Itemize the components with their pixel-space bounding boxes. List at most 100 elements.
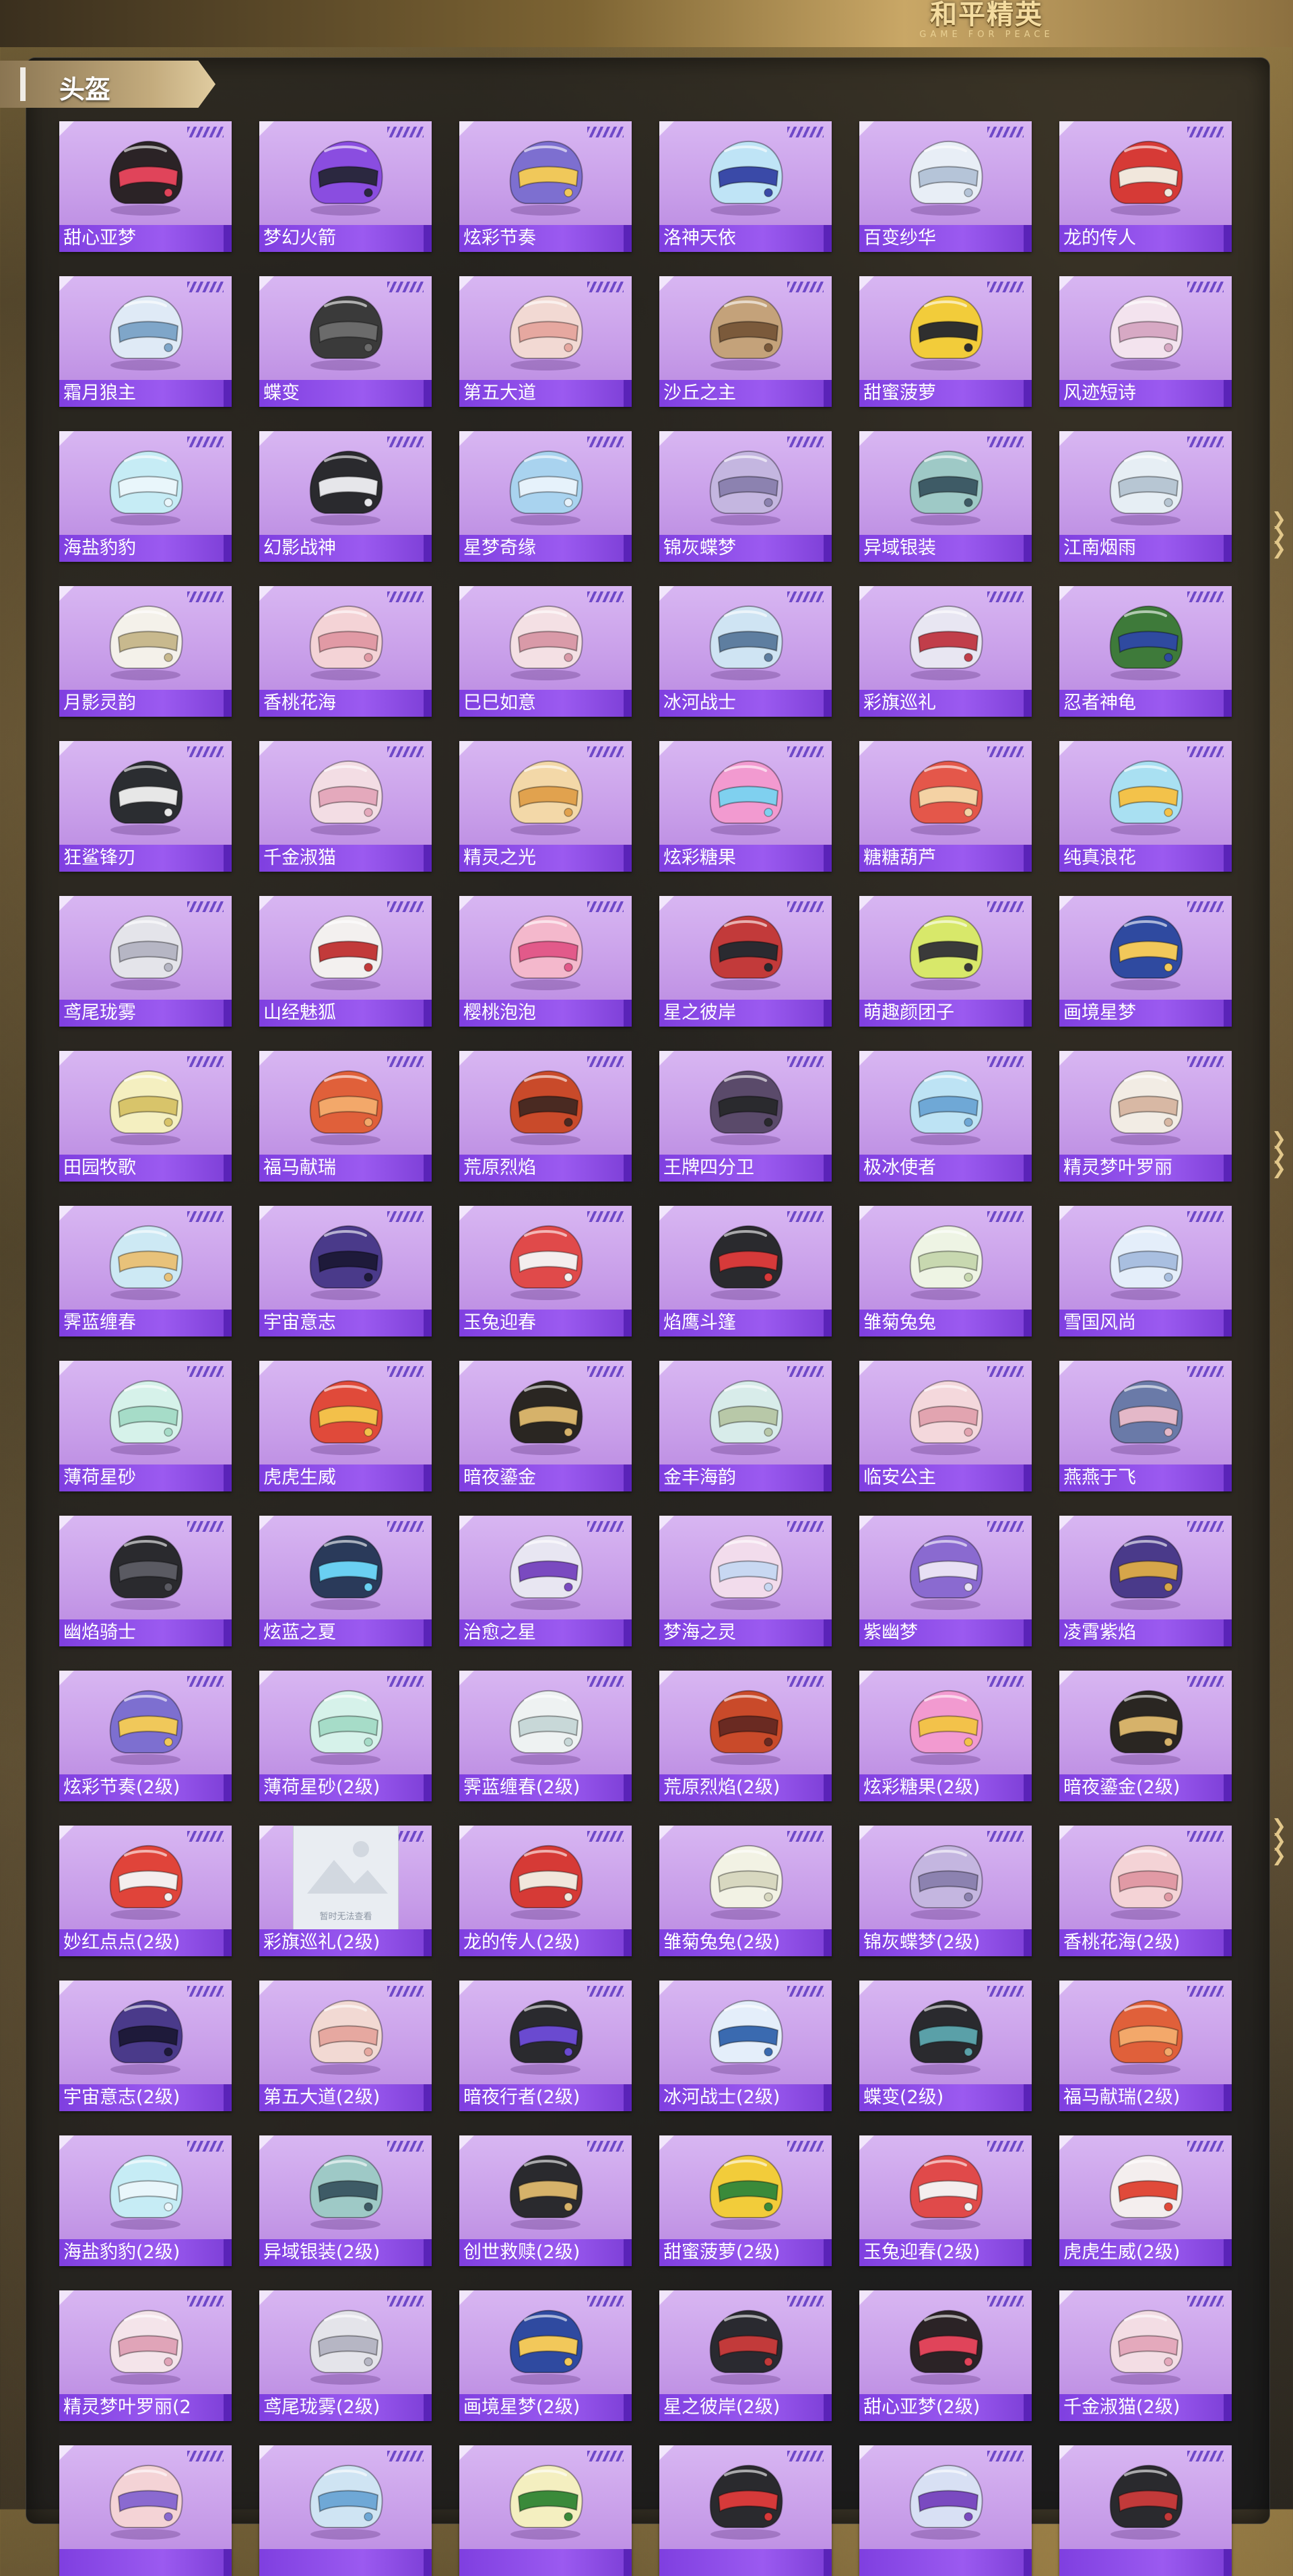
helmet-card[interactable]: 异域银装 xyxy=(859,431,1032,562)
helmet-card[interactable]: 霜月狼主 xyxy=(59,276,232,407)
helmet-card[interactable]: 风迹短诗 xyxy=(1059,276,1232,407)
helmet-card[interactable]: 画境星梦(2级) xyxy=(459,2290,632,2421)
helmet-card[interactable]: 龙的传人(2级) xyxy=(459,1826,632,1956)
helmet-card[interactable]: 第五大道 xyxy=(459,276,632,407)
helmet-card[interactable]: 异域银装(2级) xyxy=(259,2135,432,2266)
helmet-card[interactable]: 荒原烈焰 xyxy=(459,1051,632,1182)
helmet-card[interactable]: 创世救赎(2级) xyxy=(459,2135,632,2266)
helmet-card[interactable]: 海盐豹豹(2级) xyxy=(59,2135,232,2266)
helmet-card[interactable]: 千金淑猫 xyxy=(259,741,432,872)
helmet-card[interactable]: 精灵梦叶罗丽(2 xyxy=(59,2290,232,2421)
helmet-card[interactable]: 锦灰蝶梦(2级) xyxy=(859,1826,1032,1956)
helmet-card[interactable]: 炫彩节奏 xyxy=(459,121,632,252)
helmet-card[interactable]: 忍者神龟 xyxy=(1059,586,1232,717)
helmet-card[interactable]: 精灵之光 xyxy=(459,741,632,872)
helmet-card[interactable]: 彩旗巡礼 xyxy=(859,586,1032,717)
helmet-card[interactable]: 幽焰骑士 xyxy=(59,1516,232,1646)
chevron-right-icon: ❯ ❯ ❯ xyxy=(1271,1816,1286,1866)
helmet-card[interactable]: 临安公主 xyxy=(859,1361,1032,1491)
helmet-card[interactable]: 星之彼岸 xyxy=(659,896,832,1027)
helmet-card[interactable]: 星之彼岸(2级) xyxy=(659,2290,832,2421)
helmet-card[interactable]: 星梦奇缘 xyxy=(459,431,632,562)
helmet-card[interactable]: 狂鲨锋刃 xyxy=(59,741,232,872)
helmet-card[interactable]: 千金淑猫(2级) xyxy=(1059,2290,1232,2421)
helmet-card[interactable]: 甜心亚梦 xyxy=(59,121,232,252)
helmet-card[interactable]: 甜心亚梦(2级) xyxy=(859,2290,1032,2421)
helmet-card[interactable]: 燕燕于飞 xyxy=(1059,1361,1232,1491)
helmet-card[interactable]: 山经魅狐 xyxy=(259,896,432,1027)
helmet-card[interactable]: 月影灵韵 xyxy=(59,586,232,717)
helmet-card[interactable]: 洛神天依 xyxy=(659,121,832,252)
helmet-card[interactable]: 雪国风尚 xyxy=(1059,1206,1232,1337)
helmet-card[interactable]: 焰鹰斗篷 xyxy=(659,1206,832,1337)
helmet-card[interactable]: 宇宙意志(2级) xyxy=(59,1981,232,2111)
helmet-card[interactable]: 暗夜行者(2级) xyxy=(459,1981,632,2111)
helmet-card[interactable] xyxy=(659,2445,832,2576)
helmet-card[interactable]: 精灵梦叶罗丽 xyxy=(1059,1051,1232,1182)
helmet-card[interactable]: 金丰海韵 xyxy=(659,1361,832,1491)
helmet-card[interactable]: 虎虎生威(2级) xyxy=(1059,2135,1232,2266)
helmet-card[interactable]: 炫彩节奏(2级) xyxy=(59,1671,232,1801)
helmet-card[interactable]: 糖糖葫芦 xyxy=(859,741,1032,872)
helmet-card[interactable]: 画境星梦 xyxy=(1059,896,1232,1027)
helmet-card[interactable]: 田园牧歌 xyxy=(59,1051,232,1182)
helmet-card[interactable]: 宇宙意志 xyxy=(259,1206,432,1337)
helmet-card[interactable] xyxy=(859,2445,1032,2576)
helmet-card[interactable]: 玉兔迎春 xyxy=(459,1206,632,1337)
helmet-card[interactable]: 治愈之星 xyxy=(459,1516,632,1646)
rarity-stripes xyxy=(787,591,824,602)
helmet-card[interactable]: 江南烟雨 xyxy=(1059,431,1232,562)
helmet-card[interactable]: 福马献瑞 xyxy=(259,1051,432,1182)
helmet-card[interactable]: 暂时无法查看 彩旗巡礼(2级) xyxy=(259,1826,432,1956)
helmet-card[interactable]: 暗夜鎏金 xyxy=(459,1361,632,1491)
helmet-card[interactable]: 海盐豹豹 xyxy=(59,431,232,562)
helmet-card[interactable]: 凌霄紫焰 xyxy=(1059,1516,1232,1646)
helmet-card[interactable]: 甜蜜菠萝 xyxy=(859,276,1032,407)
helmet-icon xyxy=(509,760,583,835)
helmet-card[interactable]: 霁蓝缠春(2级) xyxy=(459,1671,632,1801)
helmet-card[interactable]: 香桃花海(2级) xyxy=(1059,1826,1232,1956)
helmet-card[interactable]: 龙的传人 xyxy=(1059,121,1232,252)
helmet-card[interactable]: 萌趣颜团子 xyxy=(859,896,1032,1027)
helmet-card[interactable]: 极冰使者 xyxy=(859,1051,1032,1182)
helmet-card[interactable]: 梦幻火箭 xyxy=(259,121,432,252)
helmet-card[interactable]: 玉兔迎春(2级) xyxy=(859,2135,1032,2266)
helmet-card[interactable]: 冰河战士(2级) xyxy=(659,1981,832,2111)
helmet-icon xyxy=(1109,1999,1183,2075)
helmet-card[interactable]: 炫彩糖果(2级) xyxy=(859,1671,1032,1801)
helmet-card[interactable]: 鸢尾珑雾 xyxy=(59,896,232,1027)
helmet-card[interactable]: 暗夜鎏金(2级) xyxy=(1059,1671,1232,1801)
helmet-card[interactable]: 沙丘之主 xyxy=(659,276,832,407)
helmet-card[interactable]: 炫彩糖果 xyxy=(659,741,832,872)
helmet-card[interactable]: 香桃花海 xyxy=(259,586,432,717)
helmet-card[interactable]: 巳巳如意 xyxy=(459,586,632,717)
helmet-card[interactable]: 妙红点点(2级) xyxy=(59,1826,232,1956)
helmet-card[interactable]: 幻影战神 xyxy=(259,431,432,562)
helmet-card[interactable]: 雏菊兔兔 xyxy=(859,1206,1032,1337)
helmet-card[interactable]: 第五大道(2级) xyxy=(259,1981,432,2111)
helmet-card[interactable]: 虎虎生威 xyxy=(259,1361,432,1491)
helmet-card[interactable]: 纯真浪花 xyxy=(1059,741,1232,872)
helmet-card[interactable]: 鸢尾珑雾(2级) xyxy=(259,2290,432,2421)
helmet-card[interactable]: 冰河战士 xyxy=(659,586,832,717)
helmet-card[interactable]: 荒原烈焰(2级) xyxy=(659,1671,832,1801)
helmet-card[interactable]: 薄荷星砂(2级) xyxy=(259,1671,432,1801)
helmet-card[interactable]: 梦海之灵 xyxy=(659,1516,832,1646)
helmet-card[interactable]: 霁蓝缠春 xyxy=(59,1206,232,1337)
helmet-card[interactable]: 蝶变 xyxy=(259,276,432,407)
helmet-card[interactable] xyxy=(1059,2445,1232,2576)
helmet-card[interactable] xyxy=(259,2445,432,2576)
helmet-card[interactable]: 百变纱华 xyxy=(859,121,1032,252)
helmet-card[interactable]: 蝶变(2级) xyxy=(859,1981,1032,2111)
helmet-card[interactable]: 甜蜜菠萝(2级) xyxy=(659,2135,832,2266)
helmet-card[interactable]: 紫幽梦 xyxy=(859,1516,1032,1646)
helmet-card[interactable]: 炫蓝之夏 xyxy=(259,1516,432,1646)
helmet-card[interactable] xyxy=(459,2445,632,2576)
helmet-card[interactable]: 王牌四分卫 xyxy=(659,1051,832,1182)
helmet-card[interactable]: 雏菊兔兔(2级) xyxy=(659,1826,832,1956)
helmet-card[interactable]: 薄荷星砂 xyxy=(59,1361,232,1491)
helmet-card[interactable]: 福马献瑞(2级) xyxy=(1059,1981,1232,2111)
helmet-card[interactable]: 锦灰蝶梦 xyxy=(659,431,832,562)
helmet-card[interactable] xyxy=(59,2445,232,2576)
helmet-card[interactable]: 樱桃泡泡 xyxy=(459,896,632,1027)
